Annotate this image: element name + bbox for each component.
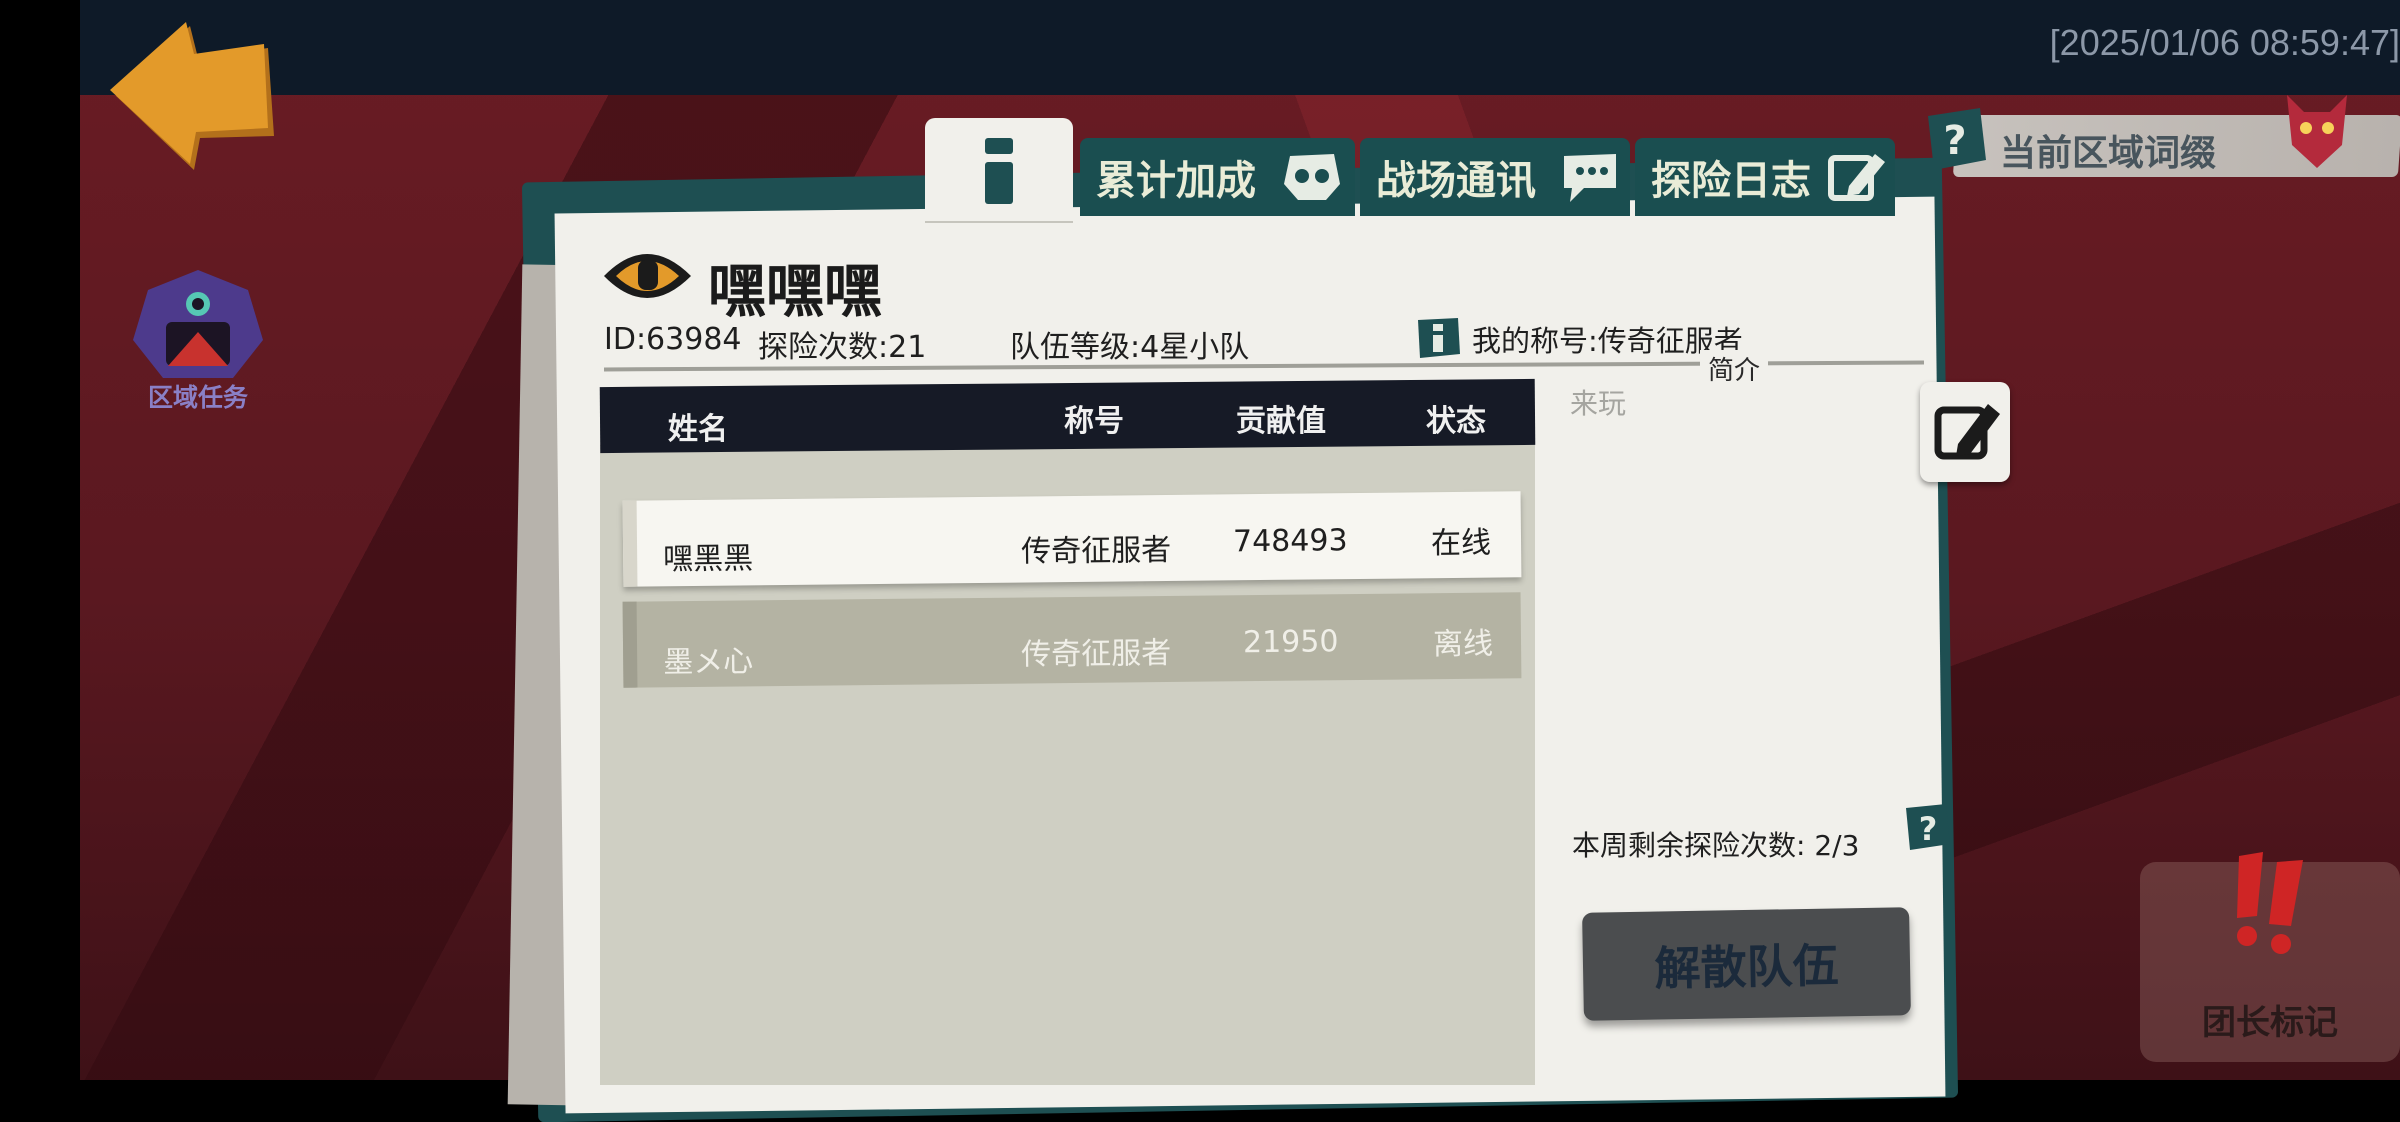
member-name: 嘿黑黑 [663, 541, 754, 578]
member-title: 传奇征服者 [1020, 532, 1172, 570]
team-id: ID:63984 [604, 322, 742, 357]
tab-battle-comms[interactable]: 战场通讯 [1360, 138, 1630, 216]
member-contribution: 748493 [1232, 523, 1348, 560]
member-name: 墨メ心 [663, 644, 754, 681]
demon-icon[interactable] [2282, 90, 2352, 170]
timestamp: [2025/01/06 08:59:47] [2049, 22, 2400, 63]
table-row[interactable]: 嘿黑黑 传奇征服者 748493 在线 [622, 491, 1522, 587]
skull-icon [1280, 148, 1344, 206]
row-strip [622, 500, 638, 587]
member-title: 传奇征服者 [1020, 635, 1172, 673]
svg-text:?: ? [1919, 810, 1938, 848]
affix-label: 当前区域词缀 [2000, 133, 2217, 174]
eye-icon [600, 238, 695, 313]
region-task-button[interactable]: 区域任务 [128, 270, 268, 420]
tab-info[interactable] [925, 118, 1073, 223]
member-status: 离线 [1432, 626, 1494, 663]
expedition-count: 探险次数:21 [758, 330, 927, 365]
member-status: 在线 [1430, 525, 1492, 562]
captain-mark-label: 团长标记 [2202, 1003, 2338, 1043]
info-icon [985, 138, 1013, 204]
exclamation-icon [2225, 850, 2325, 960]
region-task-label: 区域任务 [147, 383, 248, 412]
disband-team-button[interactable]: 解散队伍 [1582, 907, 1911, 1021]
column-header: 贡献值 [1236, 404, 1326, 439]
column-header: 状态 [1426, 404, 1486, 439]
row-strip [622, 601, 638, 688]
weekly-expeditions: 本周剩余探险次数: 2/3 [1572, 829, 1860, 862]
monster-icon [133, 270, 263, 378]
team-level: 队伍等级:4星小队 [1010, 330, 1250, 365]
table-row[interactable]: 墨メ心 传奇征服者 21950 离线 [622, 592, 1522, 688]
column-header: 姓名 [668, 412, 728, 447]
tab-expedition-log[interactable]: 探险日志 [1635, 138, 1895, 216]
edit-icon [1825, 148, 1889, 206]
help-icon[interactable]: ? [1900, 800, 1954, 854]
tab-label: 探险日志 [1651, 158, 1811, 204]
edit-icon [1934, 404, 2000, 460]
chat-icon [1558, 148, 1622, 206]
team-name: 嘿嘿嘿 [708, 257, 883, 325]
edit-intro-button[interactable] [1920, 382, 2010, 482]
back-arrow-icon[interactable] [108, 18, 278, 173]
intro-text: 来玩 [1570, 387, 1627, 420]
intro-label: 简介 [1700, 350, 1769, 387]
badge-icon [1414, 314, 1462, 362]
column-header: 称号 [1064, 404, 1124, 439]
tab-cumulative-bonus[interactable]: 累计加成 [1080, 138, 1355, 216]
tab-label: 累计加成 [1096, 158, 1256, 204]
tab-label: 战场通讯 [1376, 158, 1536, 204]
member-contribution: 21950 [1242, 624, 1339, 661]
svg-text:?: ? [1943, 118, 1966, 164]
